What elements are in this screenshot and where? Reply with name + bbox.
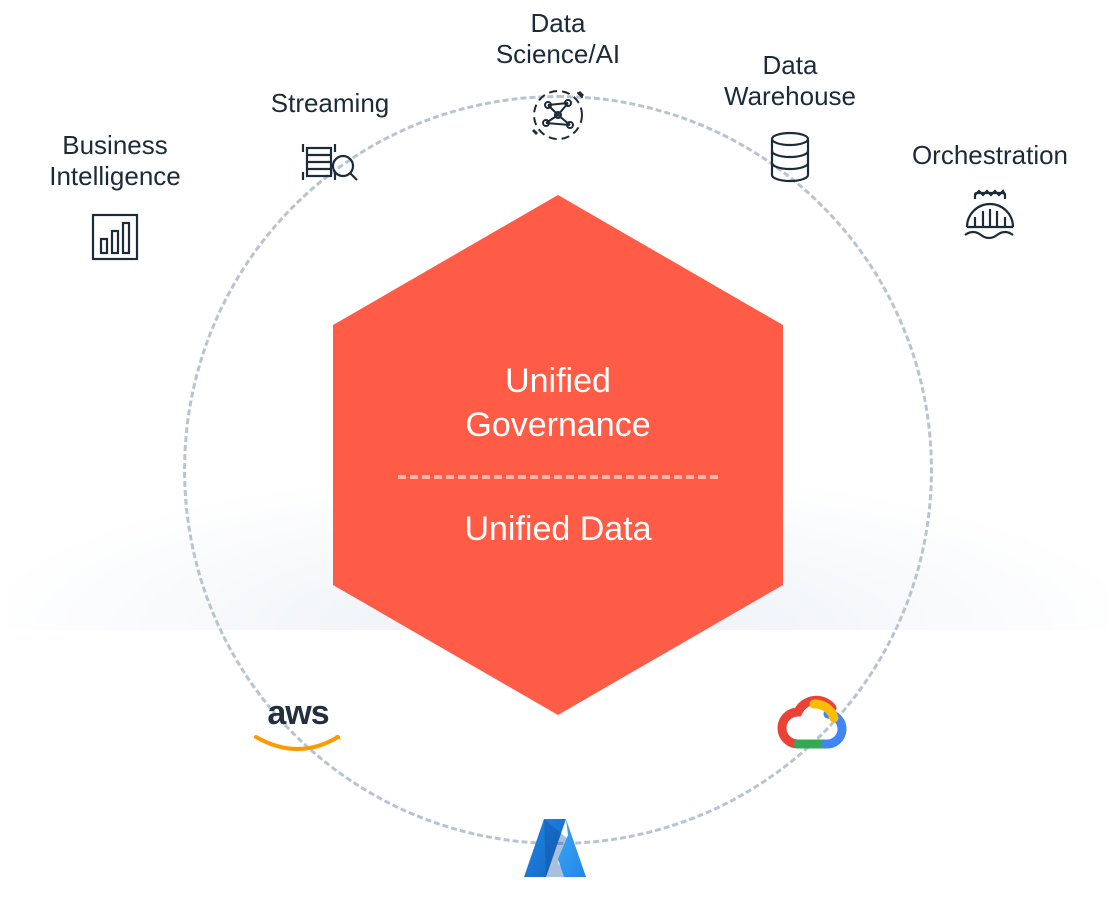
category-label: Streaming (271, 88, 390, 118)
aws-wordmark: aws (238, 694, 358, 733)
bar-chart-icon (84, 206, 146, 268)
network-ai-icon (527, 84, 589, 146)
category-label-line1: Data (763, 50, 818, 80)
architecture-diagram: Business Intelligence Streaming (0, 0, 1116, 900)
streaming-icon (299, 133, 361, 195)
google-cloud-icon (776, 694, 848, 752)
category-data-warehouse: Data Warehouse (700, 50, 880, 188)
hex-bottom-section: Unified Data (464, 479, 651, 579)
category-label: Orchestration (912, 140, 1068, 170)
category-label-line1: Data (531, 8, 586, 38)
azure-icon (520, 815, 590, 881)
category-orchestration: Orchestration (890, 140, 1090, 248)
category-label-line2: Warehouse (724, 81, 856, 111)
aws-logo: aws (238, 694, 358, 764)
azure-logo (515, 815, 595, 886)
hex-top-section: Unified Governance (465, 331, 650, 475)
category-streaming: Streaming (240, 88, 420, 195)
center-hexagon: Unified Governance Unified Data (333, 195, 783, 715)
category-data-science-ai: Data Science/AI (468, 8, 648, 148)
hex-bottom-text: Unified Data (464, 510, 651, 548)
google-cloud-logo (772, 694, 852, 757)
hex-top-line2: Governance (465, 406, 650, 444)
category-business-intelligence: Business Intelligence (30, 130, 200, 268)
category-label-line1: Business (62, 130, 168, 160)
category-label-line2: Science/AI (496, 39, 620, 69)
database-icon (759, 126, 821, 188)
orchestration-icon (959, 185, 1021, 247)
hex-top-line1: Unified (505, 362, 611, 400)
category-label-line2: Intelligence (49, 161, 181, 191)
aws-smile-icon (252, 733, 344, 759)
